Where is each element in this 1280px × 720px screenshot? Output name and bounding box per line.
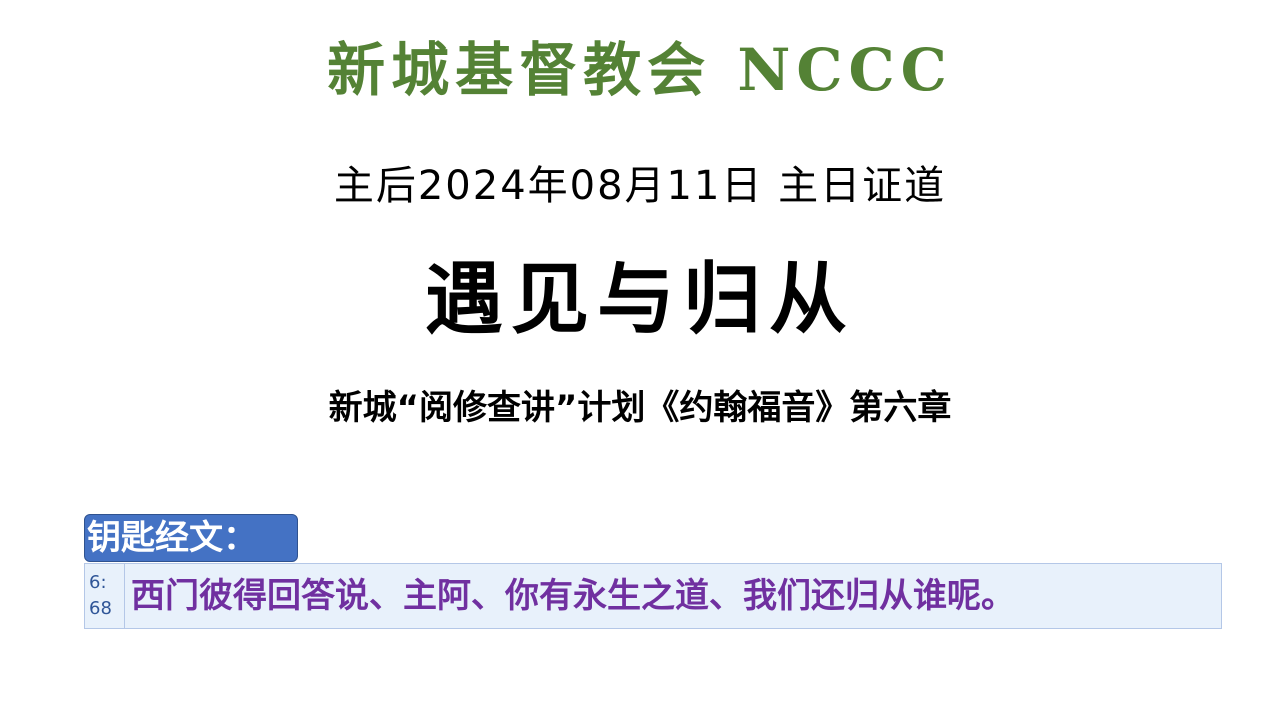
key-verse-row: 6: 68 西门彼得回答说、主阿、你有永生之道、我们还归从谁呢。 xyxy=(84,563,1222,629)
verse-reference-chapter: 6: xyxy=(89,572,107,593)
sermon-title: 遇见与归从 xyxy=(424,254,855,345)
church-title: 新城基督教会 NCCC xyxy=(327,36,953,104)
verse-reference-number: 68 xyxy=(89,598,112,619)
verse-text: 西门彼得回答说、主阿、你有永生之道、我们还归从谁呢。 xyxy=(131,576,1015,616)
sermon-date-line: 主后2024年08月11日 主日证道 xyxy=(333,163,947,209)
verse-reference: 6: 68 xyxy=(85,564,125,628)
series-subtitle: 新城“阅修查讲”计划《约翰福音》第六章 xyxy=(328,388,952,428)
key-verse-label: 钥匙经文： xyxy=(84,514,298,562)
